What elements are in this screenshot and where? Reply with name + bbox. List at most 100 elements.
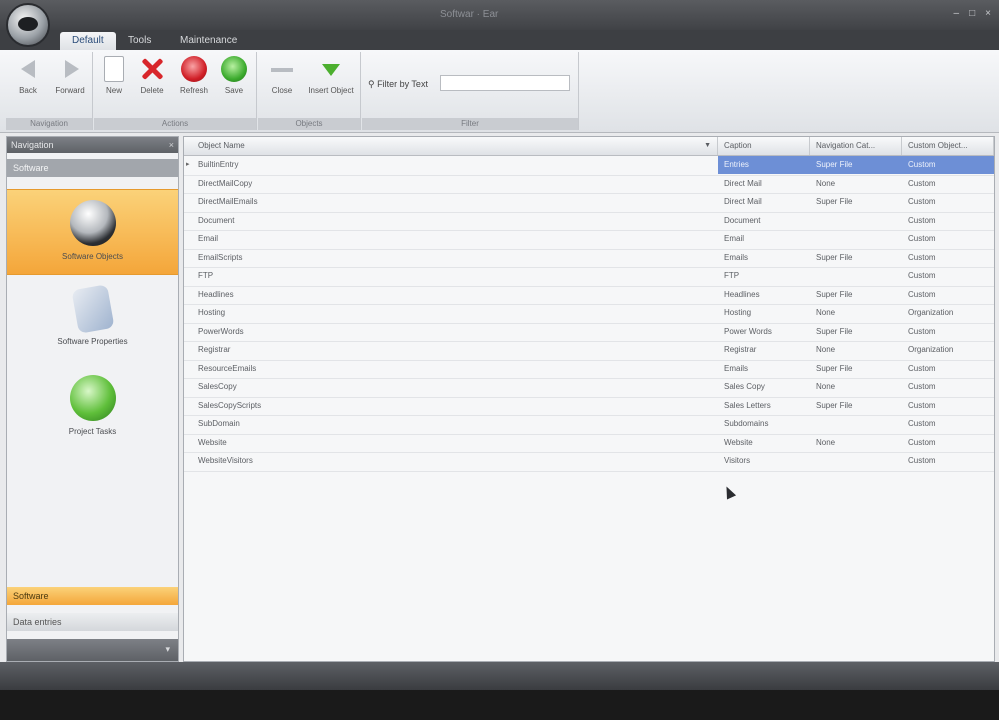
cell-name[interactable]: Website [184,434,718,452]
cell-nav[interactable]: Super File [810,193,902,211]
table-row[interactable]: FTP FTP Custom [184,267,994,287]
cell-custom[interactable]: Custom [902,397,994,415]
cell-nav[interactable]: Super File [810,156,902,174]
cell-custom[interactable]: Custom [902,212,994,230]
table-row[interactable]: Email Email Custom [184,230,994,250]
cell-caption[interactable]: Entries [718,156,810,174]
cell-name[interactable]: Headlines [184,286,718,304]
cell-caption[interactable]: Sales Letters [718,397,810,415]
table-row[interactable]: EmailScripts Emails Super File Custom [184,249,994,268]
cell-name[interactable]: PowerWords [184,323,718,341]
table-row[interactable]: Registrar Registrar None Organization [184,341,994,361]
forward-button[interactable]: Forward [50,56,90,95]
refresh-button[interactable]: Refresh [174,56,214,95]
cell-name[interactable]: SalesCopyScripts [184,397,718,415]
cell-caption[interactable]: Power Words [718,323,810,341]
table-row[interactable]: Headlines Headlines Super File Custom [184,286,994,305]
cell-nav[interactable]: Super File [810,286,902,304]
cell-custom[interactable]: Custom [902,415,994,433]
tab-default[interactable]: Default [60,32,116,50]
cell-name[interactable]: Registrar [184,341,718,359]
table-row[interactable]: PowerWords Power Words Super File Custom [184,323,994,342]
table-row[interactable]: DirectMailEmails Direct Mail Super File Cus… [184,193,994,213]
cell-caption[interactable]: Visitors [718,452,810,470]
cell-name[interactable]: ResourceEmails [184,360,718,378]
close-object-button[interactable]: Close [262,56,302,95]
nav-item-software-objects[interactable]: Software Objects [7,189,178,275]
column-header-navigation-category[interactable]: Navigation Cat... [810,137,902,155]
cell-caption[interactable]: Direct Mail [718,193,810,211]
cell-caption[interactable]: Document [718,212,810,230]
column-header-caption[interactable]: Caption [718,137,810,155]
cell-name[interactable]: SalesCopy [184,378,718,396]
chevron-down-icon[interactable]: ▾ [165,644,170,655]
cell-caption[interactable]: Email [718,230,810,248]
cell-name[interactable]: Email [184,230,718,248]
cell-custom[interactable]: Custom [902,286,994,304]
cell-nav[interactable]: Super File [810,397,902,415]
cell-custom[interactable]: Custom [902,452,994,470]
cell-caption[interactable]: Emails [718,360,810,378]
nav-item-software-properties[interactable]: Software Properties [7,277,178,361]
cell-caption[interactable]: Sales Copy [718,378,810,396]
table-row[interactable]: ResourceEmails Emails Super File Custom [184,360,994,379]
pin-icon[interactable]: × [169,137,174,153]
close-window-button[interactable]: × [985,8,991,19]
cell-custom[interactable]: Custom [902,267,994,285]
table-row[interactable]: DirectMailCopy Direct Mail None Custom [184,175,994,194]
cell-custom[interactable]: Custom [902,175,994,193]
cell-custom[interactable]: Custom [902,193,994,211]
back-button[interactable]: Back [8,56,48,95]
cell-nav[interactable] [810,230,902,248]
cell-name[interactable]: SubDomain [184,415,718,433]
cell-name[interactable]: DirectMailEmails [184,193,718,211]
cell-custom[interactable]: Custom [902,249,994,267]
nav-item-project-tasks[interactable]: Project Tasks [7,365,178,449]
cell-nav[interactable]: Super File [810,249,902,267]
cell-nav[interactable]: None [810,434,902,452]
filter-text-input[interactable] [440,75,570,91]
table-row[interactable]: ▸ BuiltinEntry Entries Super File Custom [184,156,994,176]
cell-nav[interactable] [810,452,902,470]
cell-caption[interactable]: FTP [718,267,810,285]
tab-tools[interactable]: Tools [116,32,163,50]
save-button[interactable]: Save [214,56,254,95]
table-row[interactable]: SalesCopy Sales Copy None Custom [184,378,994,398]
cell-nav[interactable]: Super File [810,360,902,378]
cell-nav[interactable]: None [810,175,902,193]
cell-nav[interactable] [810,212,902,230]
cell-custom[interactable]: Custom [902,360,994,378]
cell-nav[interactable]: None [810,378,902,396]
delete-button[interactable]: Delete [132,56,172,95]
cell-name[interactable]: FTP [184,267,718,285]
cell-nav[interactable]: Super File [810,323,902,341]
new-button[interactable]: New [94,56,134,95]
cell-caption[interactable]: Hosting [718,304,810,322]
cell-custom[interactable]: Custom [902,323,994,341]
cell-nav[interactable] [810,415,902,433]
column-header-custom-object[interactable]: Custom Object... [902,137,994,155]
cell-name[interactable]: EmailScripts [184,249,718,267]
application-orb-button[interactable] [6,3,50,47]
cell-caption[interactable]: Subdomains [718,415,810,433]
table-row[interactable]: WebsiteVisitors Visitors Custom [184,452,994,472]
cell-caption[interactable]: Emails [718,249,810,267]
cell-custom[interactable]: Organization [902,304,994,322]
cell-caption[interactable]: Headlines [718,286,810,304]
cell-caption[interactable]: Website [718,434,810,452]
cell-custom[interactable]: Custom [902,156,994,174]
table-row[interactable]: Document Document Custom [184,212,994,231]
cell-caption[interactable]: Direct Mail [718,175,810,193]
cell-caption[interactable]: Registrar [718,341,810,359]
cell-nav[interactable] [810,267,902,285]
cell-name[interactable]: Document [184,212,718,230]
cell-custom[interactable]: Organization [902,341,994,359]
cell-name[interactable]: Hosting [184,304,718,322]
cell-custom[interactable]: Custom [902,378,994,396]
cell-name[interactable]: BuiltinEntry [184,156,718,174]
cell-nav[interactable]: None [810,341,902,359]
cell-custom[interactable]: Custom [902,230,994,248]
table-row[interactable]: Hosting Hosting None Organization [184,304,994,324]
cell-nav[interactable]: None [810,304,902,322]
cell-custom[interactable]: Custom [902,434,994,452]
